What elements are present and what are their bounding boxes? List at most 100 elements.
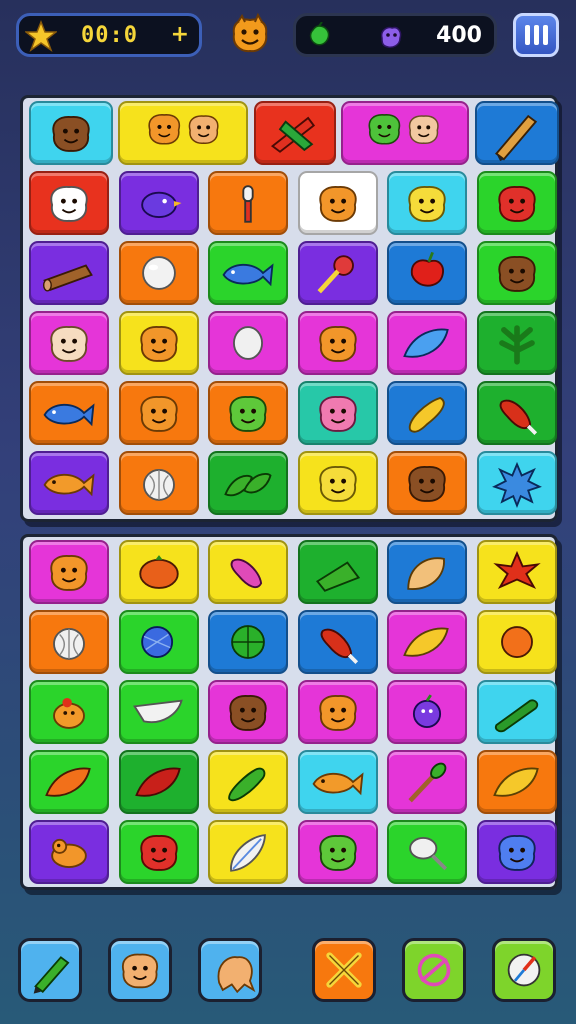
tile-green-cucumber[interactable] (476, 680, 557, 744)
tile-orange-face[interactable] (297, 171, 378, 235)
tile-green-broom[interactable] (297, 540, 378, 604)
tile-green-ball[interactable] (208, 610, 288, 674)
tile-lollipop[interactable] (297, 241, 378, 305)
orange-face-icon (318, 695, 357, 731)
top-hud: 00:0 + 400 (0, 0, 576, 70)
tile-red-face[interactable] (476, 171, 557, 235)
tile-blue-fish[interactable] (29, 381, 109, 445)
yellow-leaf-icon (492, 767, 539, 797)
tile-green-herb[interactable] (476, 311, 557, 375)
tile-orange-face[interactable] (118, 381, 199, 445)
white-shell-icon (132, 699, 183, 724)
green-herb-icon (498, 325, 535, 365)
tile-white-spoon[interactable] (387, 820, 467, 884)
tile-red-drumstick[interactable] (297, 610, 378, 674)
tile-brown-face[interactable] (29, 101, 113, 165)
tile-two-orange-faces[interactable] (118, 101, 248, 165)
powerup-button-face[interactable] (108, 938, 172, 1002)
tile-green-face[interactable] (297, 820, 378, 884)
blue-fish-icon (43, 403, 95, 427)
tile-white-onion[interactable] (29, 610, 109, 674)
tile-white-fluffy-face[interactable] (29, 171, 109, 235)
tile-white-ball[interactable] (118, 241, 199, 305)
tile-orange-face[interactable] (297, 311, 378, 375)
tile-blue-fish[interactable] (208, 241, 288, 305)
tile-yellow-leaf[interactable] (476, 750, 557, 814)
tile-yellow-leaf[interactable] (387, 610, 467, 674)
tile-orange-ball[interactable] (476, 610, 557, 674)
white-spoon-icon (409, 837, 448, 871)
tile-brown-face[interactable] (387, 451, 467, 515)
tile-microphone[interactable] (208, 171, 288, 235)
tile-green-face[interactable] (208, 381, 288, 445)
add-time-icon[interactable]: + (171, 22, 189, 47)
tile-green-pickle[interactable] (208, 750, 288, 814)
pause-icon (534, 25, 539, 45)
powerup-button-crossed-swords[interactable] (312, 938, 376, 1002)
tile-yellow-face[interactable] (387, 171, 467, 235)
lollipop-icon (317, 255, 354, 294)
tile-pencil[interactable] (475, 101, 559, 165)
orange-leaf-icon (45, 767, 91, 797)
pause-button[interactable] (513, 13, 559, 57)
tile-orange-tomato[interactable] (118, 540, 199, 604)
tile-shell[interactable] (387, 540, 467, 604)
tile-blue-leaf[interactable] (387, 311, 467, 375)
tile-orange-face[interactable] (29, 540, 109, 604)
tile-pale-face[interactable] (29, 311, 109, 375)
powerup-button-creature[interactable] (198, 938, 262, 1002)
white-ball-icon (141, 256, 176, 290)
tile-red-drumstick[interactable] (476, 381, 557, 445)
tile-blue-splash[interactable] (476, 451, 557, 515)
green-ball-icon (231, 625, 265, 659)
tile-orange-face[interactable] (118, 311, 199, 375)
tile-pink-face[interactable] (297, 381, 378, 445)
tile-yellow-face[interactable] (297, 451, 378, 515)
green-pencil-icon (33, 956, 70, 994)
tile-red-flower[interactable] (476, 540, 557, 604)
yellow-squash-icon (408, 396, 445, 433)
tile-orange-duck[interactable] (29, 820, 109, 884)
tile-orange-face[interactable] (297, 680, 378, 744)
purple-bird-icon (140, 191, 181, 218)
tile-red-apple-bird[interactable] (387, 241, 467, 305)
shell-icon (407, 557, 445, 590)
tile-orange-fish[interactable] (297, 750, 378, 814)
tile-blue-ball[interactable] (118, 610, 199, 674)
top-tile-board (20, 95, 559, 522)
yellow-face-icon (318, 466, 357, 502)
tile-brown-face[interactable] (476, 241, 557, 305)
tile-green-mallet[interactable] (387, 750, 467, 814)
tile-green-leaves[interactable] (208, 451, 288, 515)
tile-orange-fish[interactable] (29, 451, 109, 515)
white-fluffy-face-icon (50, 186, 88, 222)
timer-display: 00:0 + (16, 13, 202, 57)
blue-leaf-icon (403, 328, 449, 358)
tile-pink-drumstick[interactable] (208, 540, 288, 604)
red-face-icon (497, 186, 536, 222)
tile-red-green-leaves[interactable] (254, 101, 336, 165)
tile-purple-berry[interactable] (387, 680, 467, 744)
yellow-face-icon (408, 186, 446, 222)
red-drumstick-icon (499, 399, 537, 435)
tile-white-egg[interactable] (208, 311, 288, 375)
powerup-button-green-pencil[interactable] (18, 938, 82, 1002)
tile-white-shell[interactable] (118, 680, 199, 744)
tile-blue-face[interactable] (476, 820, 557, 884)
tile-log[interactable] (29, 241, 109, 305)
tile-purple-bird[interactable] (118, 171, 199, 235)
tile-green-leaf-face-and-face[interactable] (341, 101, 469, 165)
orange-duck-icon (51, 838, 87, 868)
powerup-button-compass[interactable] (492, 938, 556, 1002)
tile-red-leaf[interactable] (118, 750, 199, 814)
bottom-tile-board (20, 534, 558, 890)
tile-white-onion[interactable] (118, 451, 199, 515)
tile-orange-leaf[interactable] (29, 750, 109, 814)
tile-brown-face[interactable] (208, 680, 288, 744)
tile-white-feather[interactable] (208, 820, 288, 884)
tile-orange-bird[interactable] (29, 680, 109, 744)
powerup-button-shuffle[interactable] (402, 938, 466, 1002)
tile-yellow-squash[interactable] (387, 381, 467, 445)
tile-red-face[interactable] (118, 820, 199, 884)
brown-face-icon (408, 466, 446, 502)
